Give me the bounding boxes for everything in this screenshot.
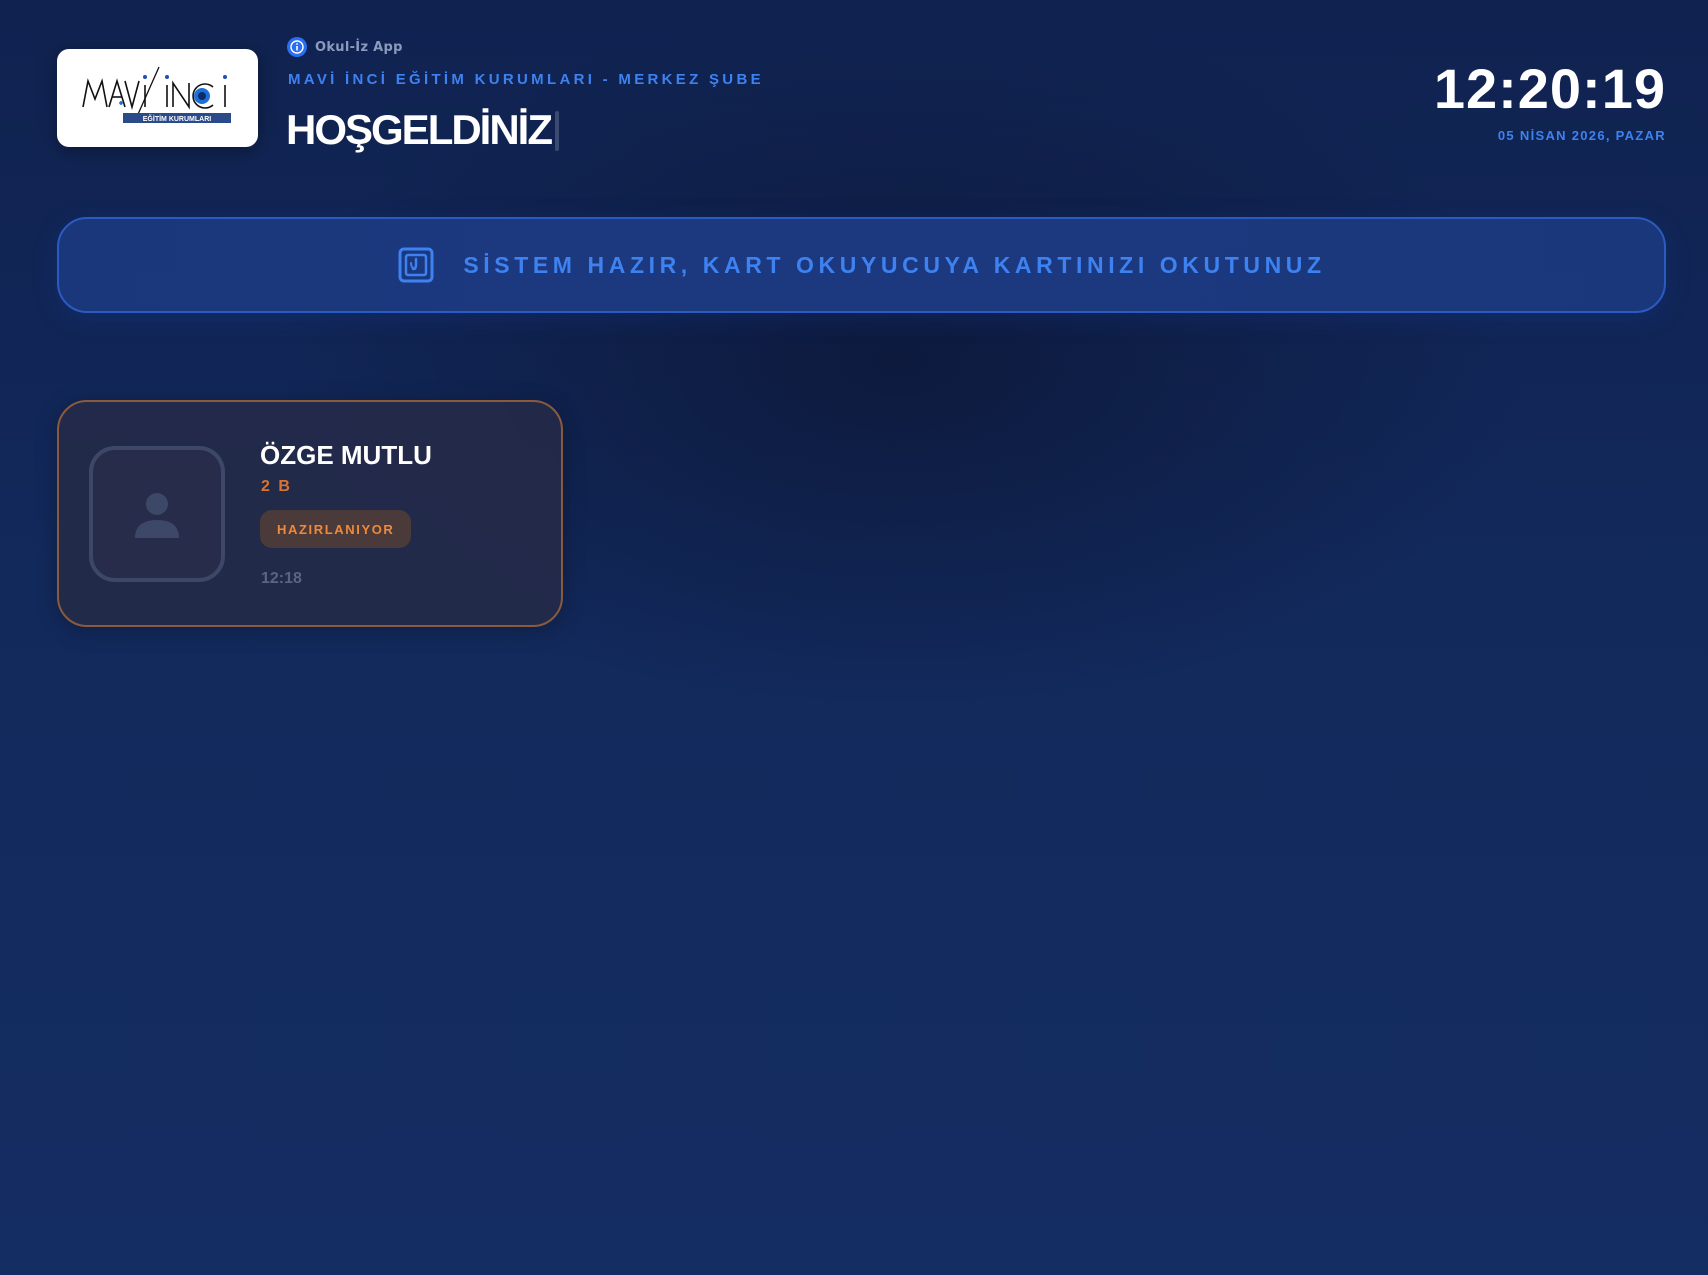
clock: 12:20:19 [1433, 57, 1666, 120]
title-divider [555, 111, 559, 151]
logo-ribbon-text: EĞİTİM KURUMLARI [143, 114, 211, 123]
info-icon [287, 37, 307, 57]
card-reader-icon [398, 247, 434, 283]
status-badge: HAZIRLANIYOR [260, 510, 412, 548]
app-badge: Okul-İz App [287, 37, 403, 57]
mavi-inci-logo-icon: EĞİTİM KURUMLARI [82, 66, 231, 123]
status-text: SİSTEM HAZIR, KART OKUYUCUYA KARTINIZI O… [463, 251, 1326, 278]
avatar [89, 446, 225, 582]
student-card[interactable]: ÖZGE MUTLU 2 B HAZIRLANIYOR 12:18 [57, 400, 563, 627]
institution-name: MAVİ İNCİ EĞİTİM KURUMLARI - MERKEZ ŞUBE [288, 71, 764, 88]
student-name: ÖZGE MUTLU [260, 440, 432, 470]
status-banner: SİSTEM HAZIR, KART OKUYUCUYA KARTINIZI O… [57, 217, 1666, 313]
school-logo: EĞİTİM KURUMLARI [57, 49, 258, 147]
user-placeholder-icon [135, 493, 179, 538]
page-title: HOŞGELDİNİZ [286, 106, 553, 153]
date-label: 05 NİSAN 2026, PAZAR [1497, 128, 1666, 143]
app-name: Okul-İz App [315, 39, 403, 55]
student-time: 12:18 [261, 570, 302, 587]
student-class: 2 B [261, 478, 292, 495]
